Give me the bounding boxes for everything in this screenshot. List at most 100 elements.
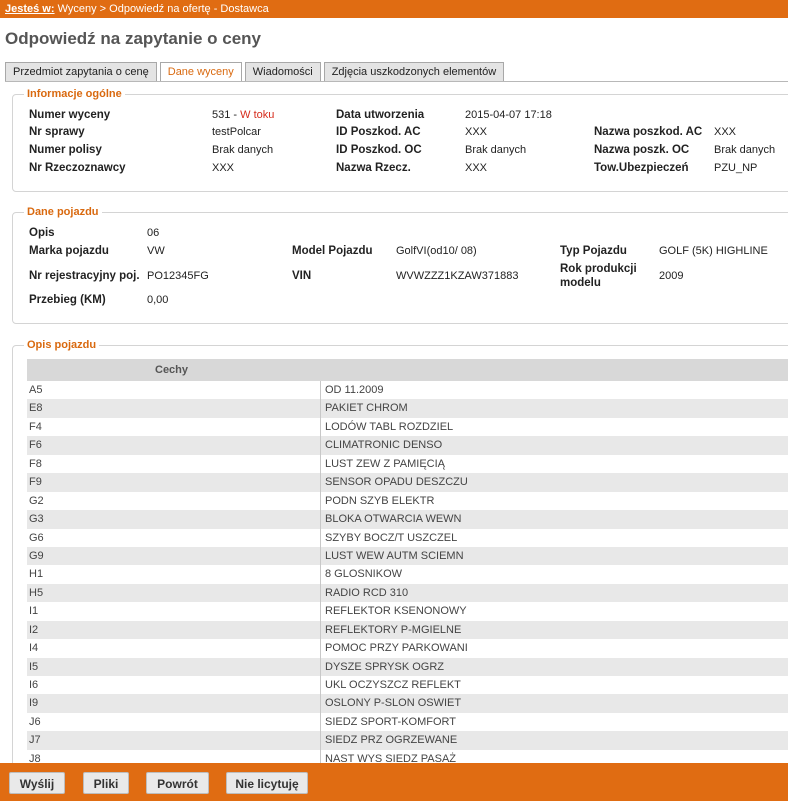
vehicle-data-panel: Dane pojazdu Opis 06 Marka pojazdu VW Mo… [12, 206, 788, 324]
vehicle-desc-value: 06 [147, 227, 160, 239]
feature-description: LODÓW TABL ROZDZIEL [320, 417, 453, 437]
feature-description: SIEDZ PRZ OGRZEWANE [320, 731, 457, 750]
feature-description: 8 GLOSNIKOW [320, 565, 402, 584]
mileage-label: Przebieg (KM) [29, 294, 106, 306]
feature-code: G6 [29, 531, 44, 544]
mileage-value: 0,00 [147, 294, 169, 306]
general-info-panel: Informacje ogólne Numer wyceny 531 - W t… [12, 88, 788, 192]
created-value: 2015-04-07 17:18 [465, 109, 552, 121]
id-oc-value: Brak danych [465, 144, 527, 156]
appraiser-name-value: XXX [465, 162, 488, 174]
table-row: G9 LUST WEW AUTM SCIEMN [27, 546, 788, 566]
vehicle-model-value: GolfVI(od10/ 08) [396, 245, 477, 257]
feature-description: SZYBY BOCZ/T USZCZEL [320, 528, 457, 547]
feature-code: I4 [29, 642, 39, 655]
appraiser-number-value: XXX [212, 162, 235, 174]
vehicle-model-label: Model Pojazdu [292, 245, 373, 257]
tab-quote-data[interactable]: Dane wyceny [159, 62, 242, 82]
vin-label: VIN [292, 270, 312, 282]
vehicle-make-label: Marka pojazdu [29, 245, 109, 257]
feature-code: F9 [29, 476, 42, 489]
feature-code: I1 [29, 605, 39, 618]
vehicle-type-label: Typ Pojazdu [560, 245, 627, 257]
features-column-header: Cechy [155, 364, 189, 376]
feature-code: H1 [29, 568, 44, 581]
feature-code: J6 [29, 715, 41, 728]
table-row: I1 REFLEKTOR KSENONOWY [27, 602, 788, 621]
tab-request-subject[interactable]: Przedmiot zapytania o cenę [5, 62, 157, 81]
breadcrumb-here-link[interactable]: Jesteś w: [5, 3, 55, 15]
registration-value: PO12345FG [147, 270, 209, 282]
feature-code: G3 [29, 513, 44, 526]
table-row: H5 RADIO RCD 310 [27, 583, 788, 603]
tab-divider [5, 81, 788, 82]
feature-description: PODN SZYB ELEKTR [320, 491, 434, 511]
case-number-value: testPolcar [212, 126, 261, 138]
vin-value: WVWZZZ1KZAW371883 [396, 270, 519, 282]
case-number-label: Nr sprawy [29, 126, 85, 138]
vehicle-data-legend: Dane pojazdu [24, 206, 102, 218]
feature-code: I6 [29, 679, 39, 691]
feature-code: I9 [29, 697, 39, 710]
table-row: F4 LODÓW TABL ROZDZIEL [27, 417, 788, 437]
quote-number: 531 [212, 109, 231, 121]
policy-number-value: Brak danych [212, 144, 274, 156]
table-row: G2 PODN SZYB ELEKTR [27, 491, 788, 511]
feature-description: RADIO RCD 310 [320, 583, 408, 603]
feature-description: REFLEKTORY P-MGIELNE [320, 620, 461, 640]
vehicle-desc-label: Opis [29, 227, 55, 239]
registration-label: Nr rejestracyjny poj. [29, 270, 140, 282]
production-year-value: 2009 [659, 270, 684, 282]
feature-description: REFLEKTOR KSENONOWY [320, 602, 467, 621]
feature-code: I5 [29, 660, 39, 673]
feature-description: SIEDZ SPORT-KOMFORT [320, 712, 456, 732]
feature-description: OD 11.2009 [320, 381, 384, 400]
files-button[interactable]: Pliki [83, 772, 129, 794]
name-ac-value: XXX [714, 126, 737, 138]
feature-description: CLIMATRONIC DENSO [320, 436, 442, 455]
feature-code: H5 [29, 586, 44, 599]
feature-code: F6 [29, 439, 42, 452]
table-row: E8 PAKIET CHROM [27, 399, 788, 418]
tab-messages[interactable]: Wiadomości [244, 62, 321, 81]
policy-number-label: Numer polisy [29, 144, 102, 156]
send-button[interactable]: Wyślij [9, 772, 65, 794]
feature-description: OSLONY P-SLON OSWIET [320, 694, 461, 713]
no-bid-button[interactable]: Nie licytuję [226, 772, 308, 794]
feature-code: G2 [29, 494, 44, 507]
back-button[interactable]: Powrót [146, 772, 209, 794]
action-footer: Wyślij Pliki Powrót Nie licytuję [0, 763, 788, 801]
table-row: F8 LUST ZEW Z PAMIĘCIĄ [27, 454, 788, 474]
vehicle-features-legend: Opis pojazdu [24, 339, 100, 351]
id-ac-label: ID Poszkod. AC [336, 126, 421, 138]
vehicle-make-value: VW [147, 245, 165, 257]
production-year-label-line1: Rok produkcji [560, 263, 637, 275]
production-year-label-line2: modelu [560, 277, 601, 289]
feature-description: POMOC PRZY PARKOWANI [320, 639, 468, 658]
tab-damage-photos[interactable]: Zdjęcia uszkodzonych elementów [323, 62, 505, 81]
insurer-label: Tow.Ubezpieczeń [594, 162, 689, 174]
feature-description: BLOKA OTWARCIA WEWN [320, 510, 462, 529]
feature-description: SENSOR OPADU DESZCZU [320, 473, 468, 492]
name-oc-label: Nazwa poszk. OC [594, 144, 690, 156]
appraiser-number-label: Nr Rzeczoznawcy [29, 162, 126, 174]
created-label: Data utworzenia [336, 109, 425, 121]
table-row: I4 POMOC PRZY PARKOWANI [27, 639, 788, 658]
feature-description: DYSZE SPRYSK OGRZ [320, 657, 444, 676]
name-ac-label: Nazwa poszkod. AC [594, 126, 703, 138]
quote-number-label: Numer wyceny [29, 109, 111, 121]
feature-description: PAKIET CHROM [320, 399, 408, 418]
tab-bar: Przedmiot zapytania o cenę Dane wyceny W… [5, 62, 507, 82]
feature-code: A5 [29, 384, 43, 396]
table-row: I9 OSLONY P-SLON OSWIET [27, 694, 788, 713]
feature-description: LUST WEW AUTM SCIEMN [320, 546, 464, 566]
feature-code: F4 [29, 420, 42, 433]
table-row: F9 SENSOR OPADU DESZCZU [27, 473, 788, 492]
table-row: G3 BLOKA OTWARCIA WEWN [27, 510, 788, 529]
features-table-body: A5 OD 11.2009 E8 PAKIET CHROM F4 LODÓW TABL R… [27, 381, 788, 769]
quote-status: W toku [240, 109, 275, 121]
table-row: J6 SIEDZ SPORT-KOMFORT [27, 712, 788, 732]
id-oc-label: ID Poszkod. OC [336, 144, 422, 156]
quote-separator: - [230, 109, 241, 121]
feature-code: I2 [29, 623, 39, 636]
